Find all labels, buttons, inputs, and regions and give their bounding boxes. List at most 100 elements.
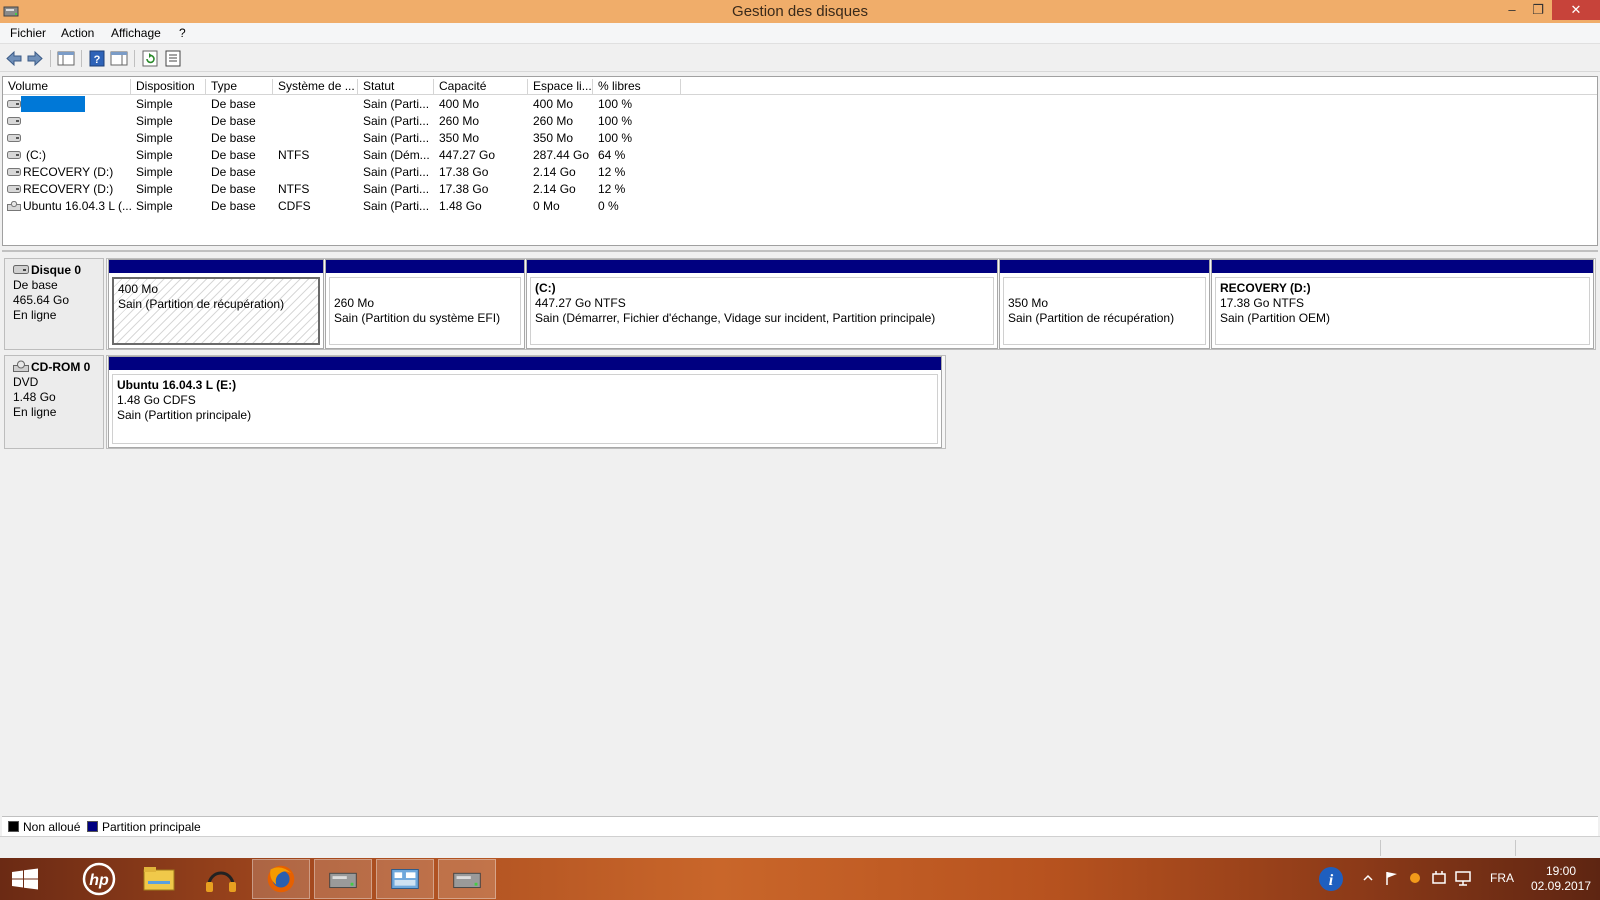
partition-size: 350 Mo xyxy=(1008,296,1049,310)
close-button[interactable]: ✕ xyxy=(1552,0,1600,20)
column-header-volume[interactable]: Volume xyxy=(3,79,131,95)
volume-type: De base xyxy=(211,165,256,179)
table-row[interactable]: RECOVERY (D:) Simple De base Sain (Parti… xyxy=(3,164,1597,181)
file-explorer-icon[interactable] xyxy=(130,859,188,899)
volume-percent-free: 100 % xyxy=(598,131,633,145)
partition-size: 260 Mo xyxy=(334,296,375,310)
input-language[interactable]: FRA xyxy=(1490,871,1514,885)
column-header-type[interactable]: Type xyxy=(206,79,273,95)
disk-0-label[interactable]: Disque 0 De base 465.64 Go En ligne xyxy=(4,258,104,350)
volume-type: De base xyxy=(211,131,256,145)
chevron-up-icon[interactable] xyxy=(1362,872,1374,884)
column-header-percent-free[interactable]: % libres xyxy=(593,79,681,95)
firefox-icon[interactable] xyxy=(252,859,310,899)
volume-free-space: 2.14 Go xyxy=(533,165,576,179)
partition-recovery-d[interactable]: RECOVERY (D:) 17.38 Go NTFS Sain (Partit… xyxy=(1211,259,1594,349)
partition-recovery-350mb[interactable]: 350 Mo Sain (Partition de récupération) xyxy=(999,259,1210,349)
drive-icon xyxy=(7,185,21,193)
power-icon[interactable] xyxy=(1430,869,1448,887)
network-icon[interactable] xyxy=(376,859,434,899)
partition-c[interactable]: (C:) 447.27 Go NTFS Sain (Démarrer, Fich… xyxy=(526,259,998,349)
partition-band xyxy=(527,260,997,273)
volume-free-space: 287.44 Go xyxy=(533,148,590,162)
forward-arrow-icon[interactable] xyxy=(26,50,44,67)
table-row[interactable]: Simple De base Sain (Parti... 350 Mo 350… xyxy=(3,130,1597,147)
taskbar-clock[interactable]: 19:00 02.09.2017 xyxy=(1528,864,1594,894)
network-status-icon[interactable] xyxy=(1454,869,1472,887)
legend-swatch-unallocated xyxy=(8,821,19,832)
title-bar: Gestion des disques ‒ ❐ ✕ xyxy=(0,0,1600,23)
drive-icon xyxy=(7,100,21,108)
column-header-filesystem[interactable]: Système de ... xyxy=(273,79,358,95)
disk-state: En ligne xyxy=(13,405,57,419)
partition-status: Sain (Partition du système EFI) xyxy=(334,311,501,325)
volume-name: Ubuntu 16.04.3 L (... xyxy=(23,199,132,213)
volume-percent-free: 0 % xyxy=(598,199,619,213)
menu-action[interactable]: Action xyxy=(61,26,94,40)
table-row[interactable]: Ubuntu 16.04.3 L (... Simple De base CDF… xyxy=(3,198,1597,215)
start-icon[interactable] xyxy=(0,859,50,899)
menu-fichier[interactable]: Fichier xyxy=(10,26,46,40)
table-row[interactable]: RECOVERY (D:) Simple De base NTFS Sain (… xyxy=(3,181,1597,198)
partition-band xyxy=(1000,260,1209,273)
column-header-disposition[interactable]: Disposition xyxy=(131,79,206,95)
menu-help[interactable]: ? xyxy=(179,26,186,40)
volume-filesystem: CDFS xyxy=(278,199,311,213)
disk-management-icon[interactable] xyxy=(314,859,372,899)
partition-status: Sain (Partition OEM) xyxy=(1220,311,1331,325)
volume-status: Sain (Parti... xyxy=(363,114,430,128)
cd-drive-icon xyxy=(13,360,29,372)
drive-icon xyxy=(7,134,21,142)
action-center-flag-icon[interactable] xyxy=(1384,870,1400,886)
partition-status: Sain (Partition de récupération) xyxy=(1008,311,1175,325)
status-bar-divider xyxy=(1380,840,1381,856)
status-bar-divider xyxy=(1515,840,1516,856)
menu-bar: Fichier Action Affichage ? xyxy=(0,23,1600,44)
disk-management-icon[interactable] xyxy=(438,859,496,899)
volume-percent-free: 12 % xyxy=(598,165,626,179)
table-row[interactable]: Simple De base Sain (Parti... 260 Mo 260… xyxy=(3,113,1597,130)
partition-size: 400 Mo xyxy=(118,282,159,296)
volume-free-space: 2.14 Go xyxy=(533,182,576,196)
column-header-free-space[interactable]: Espace li... xyxy=(528,79,593,95)
properties-icon[interactable] xyxy=(164,50,182,67)
volume-free-space: 0 Mo xyxy=(533,199,560,213)
action-pane-icon[interactable] xyxy=(110,50,128,67)
table-row[interactable]: Simple De base Sain (Parti... 400 Mo 400… xyxy=(3,96,1597,113)
support-assistant-icon[interactable]: i xyxy=(1316,864,1346,894)
disk-graphical-view: Disque 0 De base 465.64 Go En ligne 400 … xyxy=(2,250,1598,814)
partition-name: Ubuntu 16.04.3 L (E:) xyxy=(117,378,237,392)
partition-band xyxy=(109,357,941,370)
volume-capacity: 260 Mo xyxy=(439,114,480,128)
status-bar xyxy=(0,836,1600,858)
partition-efi-260mb[interactable]: 260 Mo Sain (Partition du système EFI) xyxy=(325,259,525,349)
maximize-button[interactable]: ❐ xyxy=(1523,0,1553,20)
disk-kind: De base xyxy=(13,278,58,292)
partition-body: 350 Mo Sain (Partition de récupération) xyxy=(1003,277,1206,345)
partition-body: Ubuntu 16.04.3 L (E:) 1.48 Go CDFS Sain … xyxy=(112,374,938,444)
table-row[interactable]: (C:) Simple De base NTFS Sain (Dém... 44… xyxy=(3,147,1597,164)
help-icon[interactable]: ? xyxy=(88,50,106,67)
volume-free-space: 400 Mo xyxy=(533,97,574,111)
partition-body: RECOVERY (D:) 17.38 Go NTFS Sain (Partit… xyxy=(1215,277,1590,345)
refresh-icon[interactable] xyxy=(141,50,159,67)
cdrom-0-label[interactable]: CD-ROM 0 DVD 1.48 Go En ligne xyxy=(4,355,104,449)
toolbar-separator xyxy=(134,50,135,67)
volume-percent-free: 12 % xyxy=(598,182,626,196)
column-header-status[interactable]: Statut xyxy=(358,79,434,95)
column-header-capacity[interactable]: Capacité xyxy=(434,79,528,95)
partition-ubuntu-e[interactable]: Ubuntu 16.04.3 L (E:) 1.48 Go CDFS Sain … xyxy=(108,356,942,448)
hp-icon[interactable]: hp xyxy=(70,859,128,899)
volume-filesystem: NTFS xyxy=(278,182,310,196)
console-tree-icon[interactable] xyxy=(57,50,75,67)
menu-affichage[interactable]: Affichage xyxy=(111,26,161,40)
back-arrow-icon[interactable] xyxy=(5,50,23,67)
disk-name: Disque 0 xyxy=(31,263,82,277)
cd-drive-icon xyxy=(7,201,21,211)
headphones-icon[interactable] xyxy=(192,859,250,899)
volume-name: RECOVERY (D:) xyxy=(23,165,114,179)
taskbar: hp i FRA 19:00 02.09.2017 xyxy=(0,858,1600,900)
notification-icon[interactable] xyxy=(1408,870,1422,886)
svg-text:i: i xyxy=(1329,872,1334,889)
partition-recovery-400mb[interactable]: 400 Mo Sain (Partition de récupération) xyxy=(108,259,324,349)
